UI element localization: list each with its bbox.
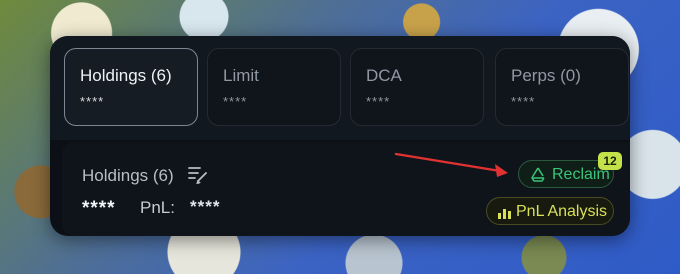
tab-perps-label: Perps (0) xyxy=(511,66,581,85)
tab-dca-label: DCA xyxy=(366,66,402,85)
list-edit-icon[interactable] xyxy=(187,164,209,185)
tab-limit-label: Limit xyxy=(223,66,259,85)
tab-dca[interactable]: DCA **** xyxy=(350,48,484,126)
tab-holdings-label: Holdings (6) xyxy=(80,66,172,85)
tab-dca-value: **** xyxy=(366,94,391,109)
pnl-value: **** xyxy=(190,197,221,216)
tab-limit-value: **** xyxy=(223,94,248,109)
tab-perps[interactable]: Perps (0) **** xyxy=(495,48,629,126)
bar-chart-icon xyxy=(498,206,511,219)
recycle-icon xyxy=(529,166,547,184)
holdings-title: Holdings (6) xyxy=(82,166,174,185)
holdings-total-value: **** xyxy=(82,198,116,219)
portfolio-tabs: Holdings (6) **** Limit **** DCA **** Pe… xyxy=(50,36,630,140)
reclaim-count-badge: 12 xyxy=(598,152,622,170)
pnl-analysis-button[interactable]: PnL Analysis xyxy=(486,197,614,225)
tab-holdings[interactable]: Holdings (6) **** xyxy=(64,48,198,126)
pnl-analysis-label: PnL Analysis xyxy=(516,203,608,220)
tab-limit[interactable]: Limit **** xyxy=(207,48,341,126)
tab-holdings-value: **** xyxy=(80,94,105,109)
annotation-arrow xyxy=(394,152,508,177)
tab-perps-value: **** xyxy=(511,94,536,109)
pnl-label: PnL: xyxy=(140,198,175,217)
